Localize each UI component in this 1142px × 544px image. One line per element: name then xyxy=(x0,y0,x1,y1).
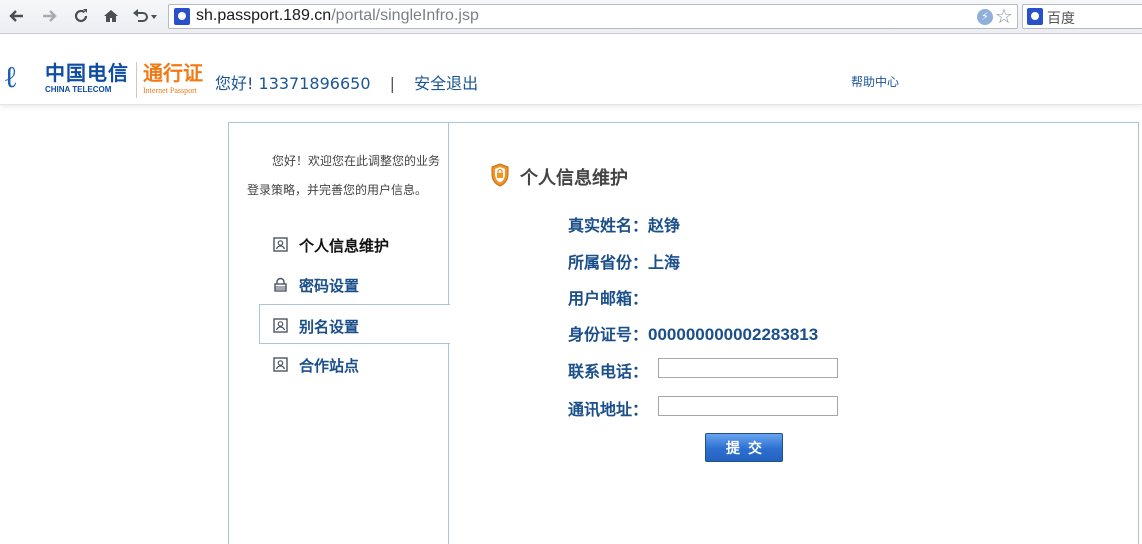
user-greeting: 您好! 13371896650 | 安全退出 xyxy=(215,70,478,94)
row-address: 通讯地址： xyxy=(568,396,648,420)
reload-icon[interactable] xyxy=(70,5,92,27)
sidebar: 您好！欢迎您在此调整您的业务登录策略，并完善您的用户信息。 个人信息维护 密码设… xyxy=(229,123,450,544)
content-area: 个人信息维护 真实姓名：赵铮 所属省份：上海 用户邮箱： 身份证号：000000… xyxy=(450,123,1140,544)
brand-cn: 中国电信 xyxy=(45,61,129,85)
real-name-value: 赵铮 xyxy=(648,216,681,235)
passport-cn: 通行证 xyxy=(143,61,203,85)
user-phone: 13371896650 xyxy=(258,74,371,93)
id-card-icon xyxy=(273,357,288,372)
brand-en: CHINA TELECOM xyxy=(45,85,112,94)
site-header: ℓ 中国电信 CHINA TELECOM 通行证 Internet Passpo… xyxy=(0,35,1142,105)
browser-toolbar: sh.passport.189.cn/portal/singleInfro.js… xyxy=(0,0,1142,34)
address-label: 通讯地址： xyxy=(568,400,649,419)
sidebar-item-partner-sites[interactable]: 合作站点 xyxy=(229,344,449,384)
baidu-favicon-icon xyxy=(174,8,190,25)
sidebar-item-password[interactable]: 密码设置 xyxy=(229,264,449,304)
phone-label: 联系电话： xyxy=(568,362,649,381)
sidebar-item-personal-info[interactable]: 个人信息维护 xyxy=(229,224,449,264)
sidebar-item-label: 密码设置 xyxy=(299,277,360,295)
search-engine-label: 百度 xyxy=(1047,11,1075,27)
separator: | xyxy=(389,74,395,93)
address-bar[interactable]: sh.passport.189.cn/portal/singleInfro.js… xyxy=(168,4,1018,29)
row-id-card: 身份证号：000000000002283813 xyxy=(568,321,818,345)
help-center-link[interactable]: 帮助中心 xyxy=(851,73,899,90)
id-card-icon xyxy=(273,318,288,333)
main-panel: 您好！欢迎您在此调整您的业务登录策略，并完善您的用户信息。 个人信息维护 密码设… xyxy=(228,122,1139,544)
shield-lock-icon xyxy=(491,163,509,187)
logout-link[interactable]: 安全退出 xyxy=(414,74,478,93)
province-value: 上海 xyxy=(648,253,681,272)
china-telecom-logo[interactable]: ℓ 中国电信 CHINA TELECOM xyxy=(5,62,133,98)
id-card-icon xyxy=(273,237,288,252)
lightning-icon[interactable]: ⚡ xyxy=(977,9,993,25)
passport-logo: 通行证 Internet Passport xyxy=(136,62,216,98)
lock-icon xyxy=(274,277,287,292)
undo-dropdown-icon[interactable] xyxy=(130,5,160,27)
province-label: 所属省份： xyxy=(568,253,649,272)
row-real-name: 真实姓名：赵铮 xyxy=(568,212,680,236)
sidebar-item-alias[interactable]: 别名设置 xyxy=(259,304,450,344)
search-box[interactable]: 百度 xyxy=(1022,4,1142,29)
home-icon[interactable] xyxy=(100,5,122,27)
baidu-search-icon xyxy=(1027,8,1043,25)
welcome-text: 您好！欢迎您在此调整您的业务登录策略，并完善您的用户信息。 xyxy=(247,154,441,197)
page-title: 个人信息维护 xyxy=(520,168,628,189)
real-name-label: 真实姓名： xyxy=(568,216,649,235)
row-email: 用户邮箱： xyxy=(568,285,648,309)
forward-icon[interactable] xyxy=(38,5,60,27)
greeting-text: 您好! xyxy=(215,74,254,93)
passport-en: Internet Passport xyxy=(143,86,197,95)
row-phone: 联系电话： xyxy=(568,358,648,382)
phone-field[interactable] xyxy=(658,358,838,378)
id-card-label: 身份证号： xyxy=(568,325,649,344)
sidebar-item-label: 个人信息维护 xyxy=(299,237,390,255)
url-text: sh.passport.189.cn/portal/singleInfro.js… xyxy=(196,7,479,24)
address-field[interactable] xyxy=(658,396,838,416)
email-label: 用户邮箱： xyxy=(568,289,649,308)
sidebar-item-label: 合作站点 xyxy=(299,357,360,375)
telecom-mark-icon: ℓ xyxy=(5,60,17,95)
sidebar-menu: 个人信息维护 密码设置 别名设置 合作站点 xyxy=(229,224,450,375)
back-icon[interactable] xyxy=(6,5,28,27)
id-card-value: 000000000002283813 xyxy=(648,325,819,344)
bookmark-star-icon[interactable]: ☆ xyxy=(995,5,1013,27)
sidebar-item-label: 别名设置 xyxy=(299,318,360,336)
row-province: 所属省份：上海 xyxy=(568,249,680,273)
submit-button[interactable]: 提交 xyxy=(705,433,783,462)
